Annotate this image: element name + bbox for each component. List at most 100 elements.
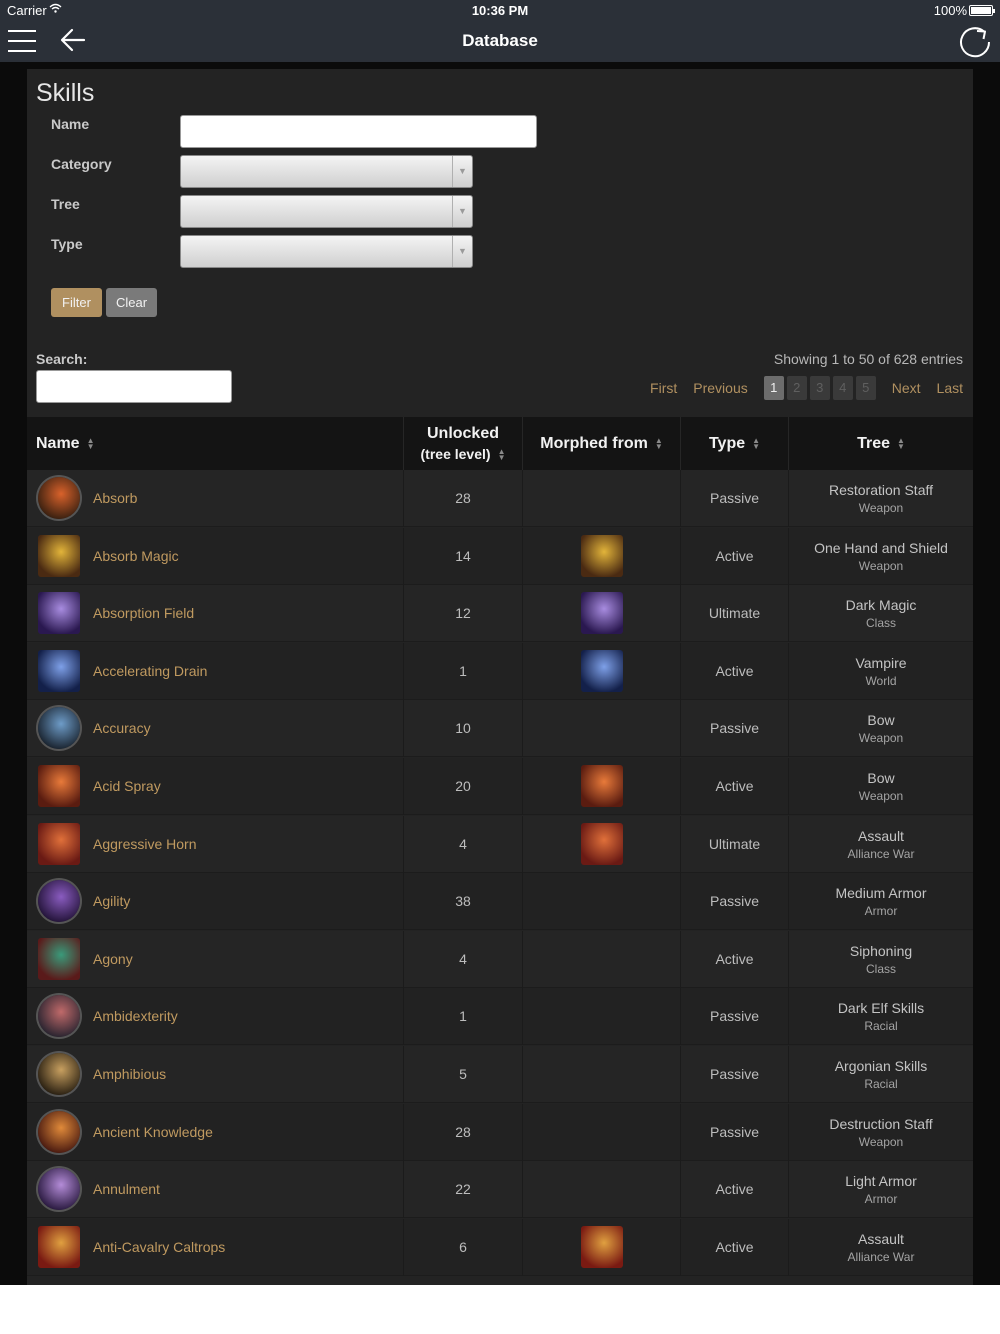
- aggressive-horn-icon[interactable]: [38, 822, 80, 865]
- page-link-1[interactable]: 1: [763, 376, 784, 400]
- tree-name: Medium Armor: [835, 885, 927, 902]
- morphed-from-cell: [523, 815, 681, 873]
- skill-name-link[interactable]: Absorb: [93, 470, 137, 527]
- morphed-from-cell: [523, 527, 681, 585]
- sort-icon: ▲ ▼: [497, 446, 506, 462]
- ancient-knowledge-icon[interactable]: [38, 1110, 80, 1153]
- name-filter-input[interactable]: [180, 115, 537, 148]
- skill-name-link[interactable]: Accelerating Drain: [93, 643, 207, 700]
- column-header-tree[interactable]: Tree ▲ ▼: [789, 417, 973, 470]
- morphed-from-aggressive-horn-icon[interactable]: [581, 822, 623, 865]
- tree-name: Destruction Staff: [829, 1115, 933, 1132]
- column-name-label: Name: [36, 434, 80, 452]
- unlocked-cell: 1: [404, 988, 523, 1046]
- filter-button[interactable]: Filter: [51, 288, 102, 317]
- table-row: Acid Spray 20 Active Bow Weapon: [27, 758, 973, 815]
- skill-name-link[interactable]: Acid Spray: [93, 758, 161, 815]
- type-cell: Active: [681, 1218, 789, 1276]
- pagination: First Previous 1 2 3 4 5 Next Last: [634, 376, 963, 400]
- unlocked-cell: 6: [404, 1218, 523, 1276]
- agony-icon[interactable]: [38, 937, 80, 980]
- tree-cell: Light Armor Armor: [789, 1161, 973, 1218]
- skill-name-link[interactable]: Ancient Knowledge: [93, 1104, 213, 1161]
- previous-page-link[interactable]: Previous: [693, 380, 747, 396]
- skill-name-link[interactable]: Annulment: [93, 1161, 160, 1218]
- refresh-icon[interactable]: [958, 25, 992, 59]
- search-input[interactable]: [36, 370, 232, 403]
- clear-button[interactable]: Clear: [106, 288, 157, 317]
- type-cell: Passive: [681, 700, 789, 758]
- anti-cavalry-caltrops-icon[interactable]: [38, 1225, 80, 1268]
- type-cell: Active: [681, 642, 789, 700]
- type-filter-label: Type: [51, 236, 83, 252]
- skill-name-link[interactable]: Aggressive Horn: [93, 816, 197, 873]
- table-row: Annulment 22 Active Light Armor Armor: [27, 1161, 973, 1219]
- morphed-from-anti-cavalry-caltrops-icon[interactable]: [581, 1225, 623, 1268]
- morphed-from-cell: [523, 700, 681, 758]
- unlocked-cell: 12: [404, 585, 523, 643]
- type-cell: Passive: [681, 1046, 789, 1103]
- tree-type: Racial: [864, 1019, 898, 1034]
- page-link-2[interactable]: 2: [786, 376, 807, 400]
- skill-name-link[interactable]: Accuracy: [93, 700, 151, 757]
- skill-name-link[interactable]: Absorb Magic: [93, 528, 179, 585]
- tree-type: Weapon: [858, 1134, 904, 1149]
- page-link-5[interactable]: 5: [855, 376, 876, 400]
- absorb-magic-icon[interactable]: [38, 534, 80, 577]
- name-cell: Ambidexterity: [27, 988, 404, 1046]
- page-link-3[interactable]: 3: [809, 376, 830, 400]
- tree-select[interactable]: ▼: [180, 195, 473, 228]
- chevron-down-icon: ▼: [452, 156, 472, 187]
- accelerating-drain-icon[interactable]: [38, 649, 80, 692]
- tree-name: Vampire: [855, 654, 907, 671]
- type-cell: Active: [681, 1161, 789, 1219]
- page-link-4[interactable]: 4: [832, 376, 853, 400]
- amphibious-icon[interactable]: [38, 1053, 80, 1095]
- skill-name-link[interactable]: Absorption Field: [93, 585, 194, 642]
- table-row: Amphibious 5 Passive Argonian Skills Rac…: [27, 1046, 973, 1103]
- table-row: Anti-Cavalry Caltrops 6 Active Assault A…: [27, 1218, 973, 1276]
- column-header-morphed-from[interactable]: Morphed from ▲ ▼: [523, 417, 681, 470]
- skill-name-link[interactable]: Ambidexterity: [93, 988, 178, 1045]
- accuracy-icon[interactable]: [38, 707, 80, 750]
- last-page-link[interactable]: Last: [937, 380, 963, 396]
- agility-icon[interactable]: [38, 880, 80, 923]
- column-header-name[interactable]: Name ▲ ▼: [27, 417, 404, 470]
- next-page-link[interactable]: Next: [892, 380, 921, 396]
- tree-name: Dark Elf Skills: [837, 1000, 925, 1017]
- tree-cell: Destruction Staff Weapon: [789, 1104, 973, 1161]
- ambidexterity-icon[interactable]: [38, 995, 80, 1038]
- morphed-from-cell: [523, 585, 681, 643]
- type-cell: Active: [681, 758, 789, 815]
- unlocked-cell: 28: [404, 1103, 523, 1161]
- column-header-unlocked[interactable]: Unlocked (tree level) ▲ ▼: [404, 417, 523, 470]
- tree-cell: Dark Magic Class: [789, 585, 973, 642]
- tree-name: Assault: [858, 827, 904, 844]
- type-cell: Passive: [681, 873, 789, 931]
- morphed-from-absorption-field-icon[interactable]: [581, 592, 623, 635]
- skill-name-link[interactable]: Anti-Cavalry Caltrops: [93, 1219, 225, 1276]
- acid-spray-icon[interactable]: [38, 765, 80, 807]
- tree-filter-label: Tree: [51, 196, 80, 212]
- name-cell: Anti-Cavalry Caltrops: [27, 1218, 404, 1276]
- skill-name-link[interactable]: Agony: [93, 931, 133, 988]
- morphed-from-absorb-magic-icon[interactable]: [581, 534, 623, 577]
- skill-name-link[interactable]: Agility: [93, 873, 130, 930]
- category-select[interactable]: ▼: [180, 155, 473, 188]
- unlocked-cell: 4: [404, 815, 523, 873]
- morphed-from-accelerating-drain-icon[interactable]: [581, 649, 623, 692]
- absorb-icon[interactable]: [38, 477, 80, 519]
- absorption-field-icon[interactable]: [38, 592, 80, 635]
- first-page-link[interactable]: First: [650, 380, 677, 396]
- column-header-type[interactable]: Type ▲ ▼: [681, 417, 789, 470]
- clock-label: 10:36 PM: [471, 3, 529, 18]
- tree-name: Light Armor: [845, 1173, 917, 1190]
- name-cell: Ancient Knowledge: [27, 1103, 404, 1161]
- tree-type: Class: [865, 616, 896, 631]
- morphed-from-acid-spray-icon[interactable]: [581, 765, 623, 807]
- annulment-icon[interactable]: [38, 1168, 80, 1211]
- type-select[interactable]: ▼: [180, 235, 473, 268]
- name-cell: Accelerating Drain: [27, 642, 404, 700]
- morphed-from-cell: [523, 1103, 681, 1161]
- skill-name-link[interactable]: Amphibious: [93, 1046, 166, 1103]
